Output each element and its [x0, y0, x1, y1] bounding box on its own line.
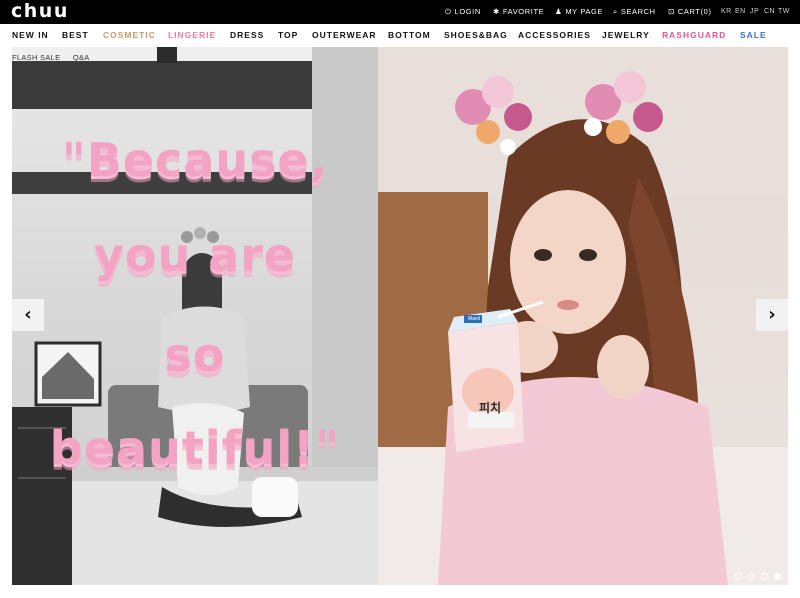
- lang-cn[interactable]: CN: [764, 0, 775, 24]
- nav-new-in[interactable]: NEW IN: [12, 24, 49, 47]
- slide-dot-3[interactable]: [761, 573, 768, 580]
- quote-line-1: "Because,: [61, 133, 329, 187]
- my-page-link[interactable]: ♟ MY PAGE: [555, 0, 603, 24]
- power-icon: ⏻: [445, 7, 452, 16]
- user-icon: ♟: [555, 7, 563, 16]
- nav-accessories[interactable]: ACCESSORIES: [518, 24, 591, 47]
- quote-line-2: you are: [93, 228, 297, 282]
- juice-carton: [448, 309, 524, 452]
- lang-en[interactable]: EN: [735, 0, 746, 24]
- chevron-left-icon: ‹: [24, 304, 32, 325]
- carton-brand: Maeil: [468, 316, 480, 322]
- nav-dress[interactable]: DRESS: [230, 24, 264, 47]
- carton-label: 피치: [478, 401, 502, 415]
- brand-logo[interactable]: chuu: [11, 0, 69, 24]
- chevron-right-icon: ›: [768, 304, 776, 325]
- next-arrow-button[interactable]: ›: [756, 299, 788, 331]
- model-illustration: [378, 47, 788, 585]
- nav-cosmetic[interactable]: COSMETIC: [103, 24, 156, 47]
- quote-line-3: so: [164, 328, 226, 382]
- search-icon: ⌕: [613, 7, 618, 16]
- lang-tw[interactable]: TW: [778, 0, 790, 24]
- nav-jewelry[interactable]: JEWELRY: [602, 24, 650, 47]
- my-page-label: MY PAGE: [565, 7, 604, 16]
- category-nav: NEW IN BEST COSMETIC LINGERIE DRESS TOP …: [0, 24, 800, 47]
- favorite-label: FAVORITE: [502, 7, 545, 16]
- cart-icon: ⊡: [668, 7, 675, 16]
- favorite-link[interactable]: ✱ FAVORITE: [493, 0, 544, 24]
- nav-lingerie[interactable]: LINGERIE: [168, 24, 216, 47]
- cart-label: CART(0): [677, 7, 712, 16]
- slide-dot-2[interactable]: [748, 573, 755, 580]
- nav-shoes-bag[interactable]: SHOES&BAG: [444, 24, 508, 47]
- nav-best[interactable]: BEST: [62, 24, 89, 47]
- cart-link[interactable]: ⊡ CART(0): [668, 0, 712, 24]
- sub-tabs: FLASH SALE Q&A: [12, 52, 90, 64]
- login-label: LOGIN: [454, 7, 481, 16]
- nav-top[interactable]: TOP: [278, 24, 298, 47]
- tab-qna[interactable]: Q&A: [73, 53, 90, 62]
- quote-line-4: beautiful!": [49, 421, 341, 475]
- nav-outerwear[interactable]: OUTERWEAR: [312, 24, 377, 47]
- search-link[interactable]: ⌕ SEARCH: [613, 0, 656, 24]
- hero-slider[interactable]: "Because, you are so beautiful!" 피치 Maei…: [12, 47, 788, 585]
- hero-photo-left: "Because, you are so beautiful!": [12, 47, 378, 585]
- search-label: SEARCH: [620, 7, 656, 16]
- nav-rashguard[interactable]: RASHGUARD: [662, 24, 726, 47]
- nav-sale[interactable]: SALE: [740, 24, 767, 47]
- lang-kr[interactable]: KR: [721, 0, 732, 24]
- lang-jp[interactable]: JP: [750, 0, 759, 24]
- tab-flash-sale[interactable]: FLASH SALE: [12, 53, 60, 62]
- slide-dot-1[interactable]: [735, 573, 742, 580]
- top-bar: chuu ⏻ LOGIN ✱ FAVORITE ♟ MY PAGE ⌕ SEARCH ⊡…: [0, 0, 800, 24]
- login-link[interactable]: ⏻ LOGIN: [445, 0, 481, 24]
- hero-photo-right: 피치 Maeil: [378, 47, 788, 585]
- gear-icon: ✱: [493, 7, 500, 16]
- nav-bottom[interactable]: BOTTOM: [388, 24, 431, 47]
- room-illustration: [12, 47, 378, 585]
- slide-dot-4[interactable]: [774, 573, 781, 580]
- prev-arrow-button[interactable]: ‹: [12, 299, 44, 331]
- slide-pagination: [735, 573, 787, 581]
